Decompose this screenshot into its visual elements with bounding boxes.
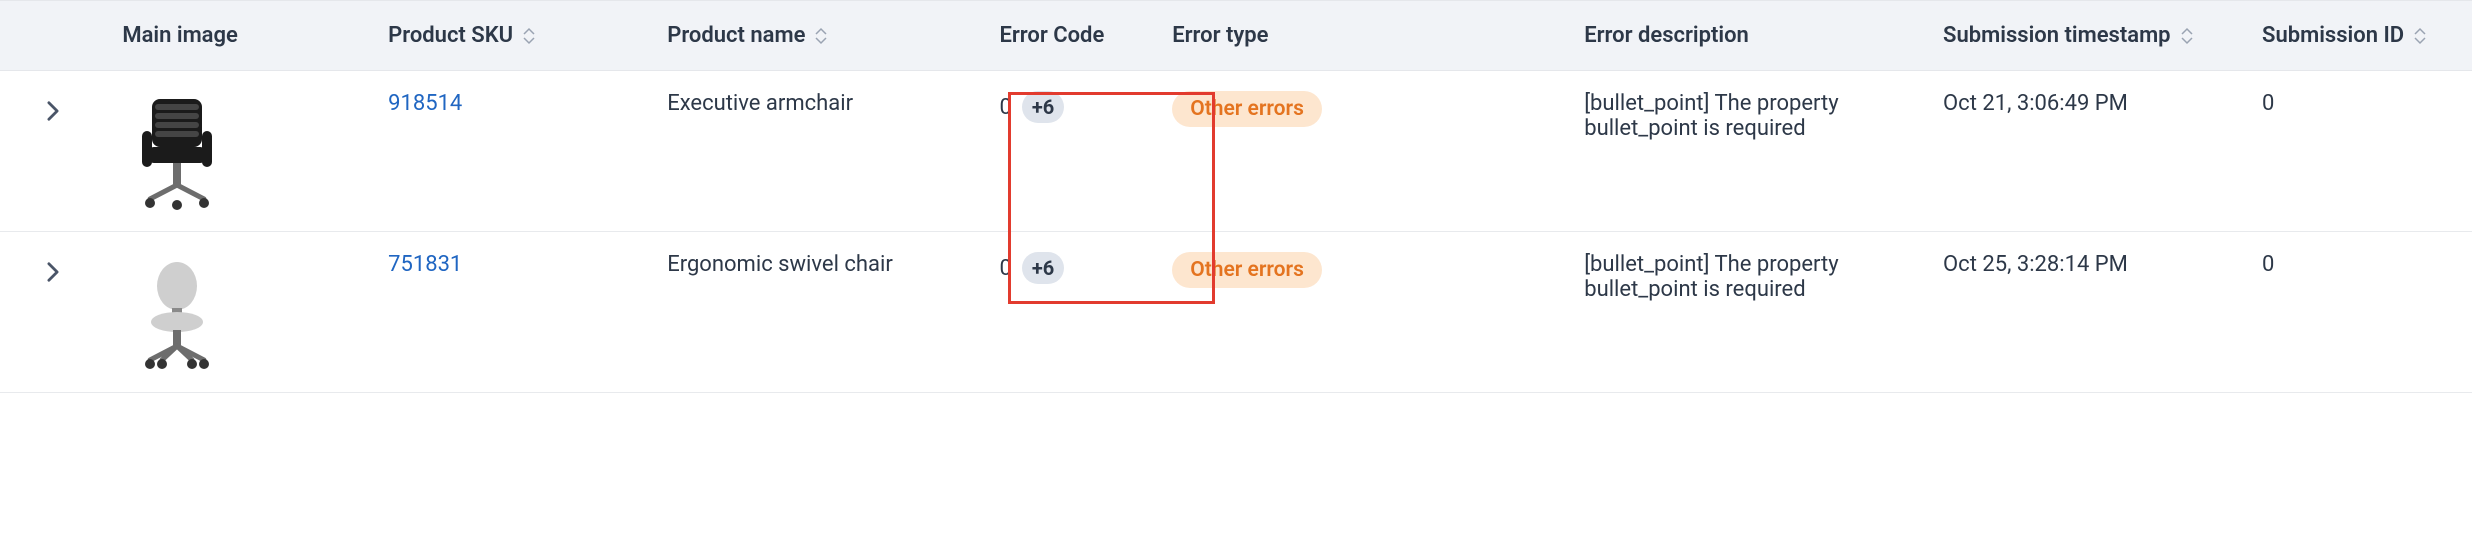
header-label: Submission timestamp <box>1943 23 2171 48</box>
submission-id: 0 <box>2246 71 2472 232</box>
header-label: Error description <box>1584 23 1749 48</box>
extra-errors-badge[interactable]: +6 <box>1022 91 1064 123</box>
header-error-code: Error Code <box>983 1 1156 71</box>
error-table: Main image Product SKU Product name <box>0 0 2472 393</box>
sort-icon[interactable] <box>2181 27 2193 45</box>
sort-icon[interactable] <box>815 27 827 45</box>
error-type-badge: Other errors <box>1172 252 1322 288</box>
extra-errors-badge[interactable]: +6 <box>1022 252 1064 284</box>
submission-timestamp: Oct 21, 3:06:49 PM <box>1927 71 2246 232</box>
header-error-type: Error type <box>1156 1 1568 71</box>
executive-chair-image <box>122 91 232 211</box>
submission-timestamp: Oct 25, 3:28:14 PM <box>1927 232 2246 393</box>
sort-icon[interactable] <box>2414 27 2426 45</box>
product-image-cell <box>106 232 372 393</box>
expand-row-button[interactable] <box>39 258 67 286</box>
header-product-name[interactable]: Product name <box>651 1 983 71</box>
submission-id: 0 <box>2246 232 2472 393</box>
table-row: 918514 Executive armchair 0 +6 Other err… <box>0 71 2472 232</box>
product-sku-link[interactable]: 751831 <box>388 252 462 277</box>
header-label: Error type <box>1172 23 1268 48</box>
product-name: Executive armchair <box>651 71 983 232</box>
chevron-right-icon <box>46 261 60 283</box>
error-code-value: 0 <box>999 95 1011 120</box>
header-label: Product SKU <box>388 23 513 48</box>
header-error-description: Error description <box>1568 1 1927 71</box>
expand-row-button[interactable] <box>39 97 67 125</box>
header-label: Submission ID <box>2262 23 2404 48</box>
chevron-right-icon <box>46 100 60 122</box>
table-row: 751831 Ergonomic swivel chair 0 +6 Other… <box>0 232 2472 393</box>
table-header-row: Main image Product SKU Product name <box>0 1 2472 71</box>
product-image-cell <box>106 71 372 232</box>
header-label: Product name <box>667 23 805 48</box>
product-sku-link[interactable]: 918514 <box>388 91 462 116</box>
error-description: [bullet_point] The property bullet_point… <box>1568 232 1927 393</box>
header-expand <box>0 1 106 71</box>
header-label: Main image <box>122 23 238 48</box>
error-code-value: 0 <box>999 256 1011 281</box>
product-name: Ergonomic swivel chair <box>651 232 983 393</box>
header-label: Error Code <box>999 23 1104 48</box>
error-type-badge: Other errors <box>1172 91 1322 127</box>
header-submission-id[interactable]: Submission ID <box>2246 1 2472 71</box>
ergonomic-chair-image <box>122 252 232 372</box>
header-submission-timestamp[interactable]: Submission timestamp <box>1927 1 2246 71</box>
header-product-sku[interactable]: Product SKU <box>372 1 651 71</box>
header-main-image: Main image <box>106 1 372 71</box>
error-description: [bullet_point] The property bullet_point… <box>1568 71 1927 232</box>
sort-icon[interactable] <box>523 27 535 45</box>
